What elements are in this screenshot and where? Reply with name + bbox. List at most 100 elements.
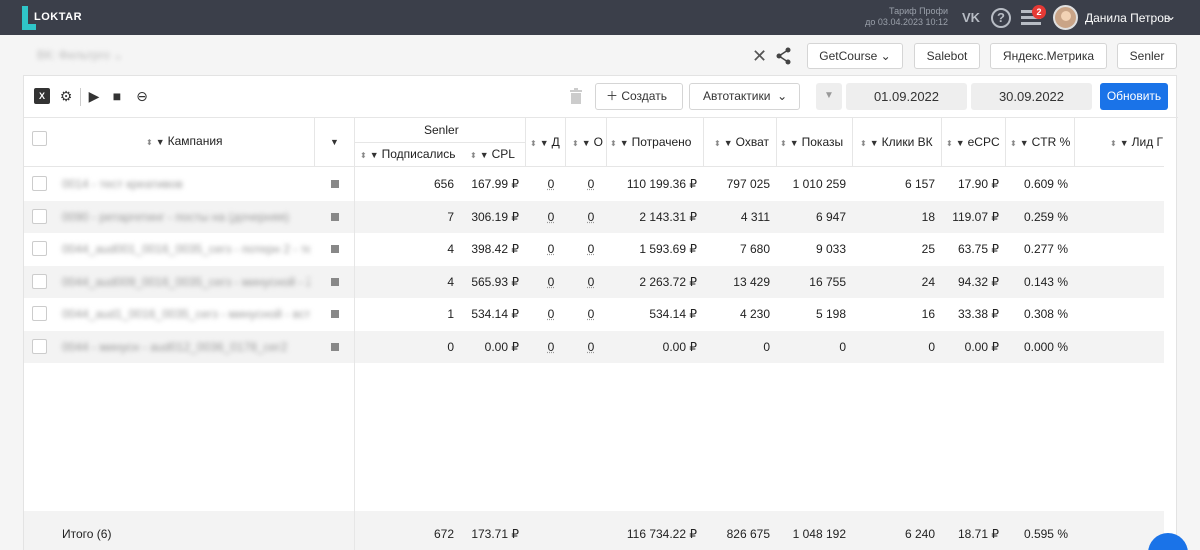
header-campaign[interactable]: ⬍ ▼ Кампания <box>146 134 223 148</box>
table-row[interactable]: 0044_aud001_0016_0035_сегз - потерн 2 - … <box>24 233 1164 265</box>
status-square-icon[interactable] <box>331 342 339 351</box>
row-checkbox[interactable] <box>32 338 47 354</box>
column-divider <box>703 118 704 166</box>
trash-icon[interactable] <box>569 88 583 104</box>
table-row[interactable]: 0044 - минусн - aud012_0036_0178_сег2 0 0.… <box>24 330 1164 363</box>
user-name[interactable]: Данила Петров <box>1085 11 1170 25</box>
cell-d[interactable]: 0 <box>544 275 558 289</box>
cell-d[interactable]: 0 <box>544 340 558 354</box>
status-square-icon[interactable] <box>331 245 339 253</box>
stop-icon[interactable]: ■ <box>109 88 125 104</box>
autotactics-button[interactable]: Автотактики ⌄ <box>689 83 800 110</box>
campaign-name[interactable]: 0090 - ретаргетинг - посты на (дочерняя) <box>62 210 310 224</box>
cell-o[interactable]: 0 <box>584 242 598 256</box>
column-divider <box>354 118 355 550</box>
cell-ecpc: 94.32 ₽ <box>958 274 999 289</box>
cell-ctr: 0.143 % <box>1023 274 1068 289</box>
header-spent[interactable]: ⬍ ▼ Потрачено <box>610 135 691 149</box>
gear-icon[interactable]: ⚙ <box>58 88 74 104</box>
cell-o[interactable]: 0 <box>584 275 598 289</box>
cell-clicks: 16 <box>921 307 935 321</box>
table-row[interactable]: 0090 - ретаргетинг - посты на (дочерняя)… <box>24 200 1164 233</box>
refresh-button[interactable]: Обновить <box>1100 83 1168 110</box>
play-icon[interactable]: ▶ <box>86 88 102 104</box>
cell-cpl: 306.19 ₽ <box>471 209 519 224</box>
filter-icon[interactable]: ▼ <box>330 134 342 148</box>
header-ctr[interactable]: ⬍ ▼ CTR % <box>1010 135 1070 149</box>
cell-cpl: 398.42 ₽ <box>471 242 519 256</box>
cell-reach: 4 311 <box>740 209 770 224</box>
cell-clicks: 25 <box>921 242 935 256</box>
share-icon[interactable] <box>776 47 792 65</box>
campaign-name[interactable]: 0044_aud009_0016_0035_сегз - минусной - … <box>62 275 310 289</box>
status-square-icon[interactable] <box>331 310 339 318</box>
header-lead[interactable]: ⬍ ▼ Лид Г <box>1110 135 1164 149</box>
status-square-icon[interactable] <box>331 277 339 286</box>
campaign-name[interactable]: 0044_aud001_0016_0035_сегз - потерн 2 - … <box>62 242 310 256</box>
date-preset-dropdown[interactable]: ▼ <box>816 83 842 110</box>
header-d[interactable]: ⬍ ▼ Д <box>530 135 568 149</box>
yandex-metrika-button[interactable]: Яндекс.Метрика <box>990 43 1107 69</box>
table-row[interactable]: 0014 - тест креативов 656 167.99 ₽ 0 0 110 19… <box>24 168 1164 200</box>
row-checkbox[interactable] <box>32 306 47 321</box>
chevron-down-icon[interactable]: ⌄ <box>1166 9 1176 23</box>
cell-subscribed: 1 <box>447 307 454 321</box>
help-icon[interactable]: ? <box>991 8 1011 28</box>
excel-export-icon[interactable]: X <box>34 88 50 104</box>
totals-ecpc: 18.71 ₽ <box>958 527 999 541</box>
salebot-button[interactable]: Salebot <box>914 43 980 69</box>
cell-clicks: 24 <box>921 274 935 289</box>
header-o[interactable]: ⬍ ▼ О <box>572 135 606 149</box>
row-checkbox[interactable] <box>32 241 47 256</box>
cell-d[interactable]: 0 <box>544 242 558 256</box>
header-subscribed[interactable]: ⬍ ▼ Подписались <box>360 147 456 161</box>
header-clicks[interactable]: ⬍ ▼ Клики ВК <box>860 135 933 149</box>
cell-subscribed: 4 <box>447 242 454 256</box>
cell-d[interactable]: 0 <box>544 210 558 224</box>
cell-o[interactable]: 0 <box>584 210 598 224</box>
header-group-senler: Senler <box>424 123 459 137</box>
cell-o[interactable]: 0 <box>584 177 598 191</box>
header-cpl[interactable]: ⬍ ▼ CPL <box>470 147 515 161</box>
header-shows[interactable]: ⬍ ▼ Показы <box>780 135 843 149</box>
campaign-name[interactable]: 0014 - тест креативов <box>62 177 310 191</box>
cell-ctr: 0.277 % <box>1023 242 1068 256</box>
campaign-name[interactable]: 0044_aud1_0016_0035_сегз - минусной - вс… <box>62 307 310 321</box>
create-button[interactable]: ＋ Создать <box>595 83 683 110</box>
header-reach[interactable]: ⬍ ▼ Охват <box>714 135 769 149</box>
select-all-checkbox[interactable] <box>32 131 47 146</box>
vk-icon[interactable]: VK <box>962 10 980 25</box>
table-row[interactable]: 0044_aud009_0016_0035_сегз - минусной - … <box>24 265 1164 298</box>
cell-o[interactable]: 0 <box>584 340 598 354</box>
date-to-field[interactable]: 30.09.2022 <box>971 83 1092 110</box>
cell-ctr: 0.308 % <box>1023 307 1068 321</box>
cell-d[interactable]: 0 <box>544 177 558 191</box>
project-select[interactable]: ВК: Фильтрго ⌄ <box>37 48 123 62</box>
campaign-name[interactable]: 0044 - минусн - aud012_0036_0178_сег2 <box>62 340 310 354</box>
row-checkbox[interactable] <box>32 208 47 224</box>
cell-clicks: 18 <box>921 209 935 224</box>
column-divider <box>776 118 777 166</box>
getcourse-button[interactable]: GetCourse ⌄ <box>807 43 903 69</box>
minus-circle-icon[interactable]: ⊖ <box>134 88 150 104</box>
status-square-icon[interactable] <box>331 180 339 188</box>
row-checkbox[interactable] <box>32 176 47 191</box>
header-ecpc[interactable]: ⬍ ▼ eCPC <box>946 135 1000 149</box>
senler-button[interactable]: Senler <box>1117 43 1177 69</box>
campaigns-table: ⬍ ▼ Кампания ▼ Senler ⬍ ▼ Подписались ⬍ ▼ CPL … <box>24 118 1164 550</box>
cell-spent: 0.00 ₽ <box>662 339 697 354</box>
top-bar: LOKTAR Тариф Профи до 03.04.2023 10:12 V… <box>0 0 1200 35</box>
cell-o[interactable]: 0 <box>584 307 598 321</box>
table-row[interactable]: 0044_aud1_0016_0035_сегз - минусной - вс… <box>24 298 1164 330</box>
close-icon[interactable]: ✕ <box>752 46 767 67</box>
row-checkbox[interactable] <box>32 273 47 289</box>
totals-label: Итого (6) <box>62 527 112 541</box>
date-from-field[interactable]: 01.09.2022 <box>846 83 967 110</box>
avatar[interactable] <box>1053 5 1078 30</box>
cell-reach: 7 680 <box>739 242 770 256</box>
cell-d[interactable]: 0 <box>544 307 558 321</box>
cell-ecpc: 17.90 ₽ <box>958 177 999 191</box>
status-square-icon[interactable] <box>331 212 339 221</box>
column-divider <box>941 118 942 166</box>
cell-reach: 13 429 <box>733 274 770 289</box>
